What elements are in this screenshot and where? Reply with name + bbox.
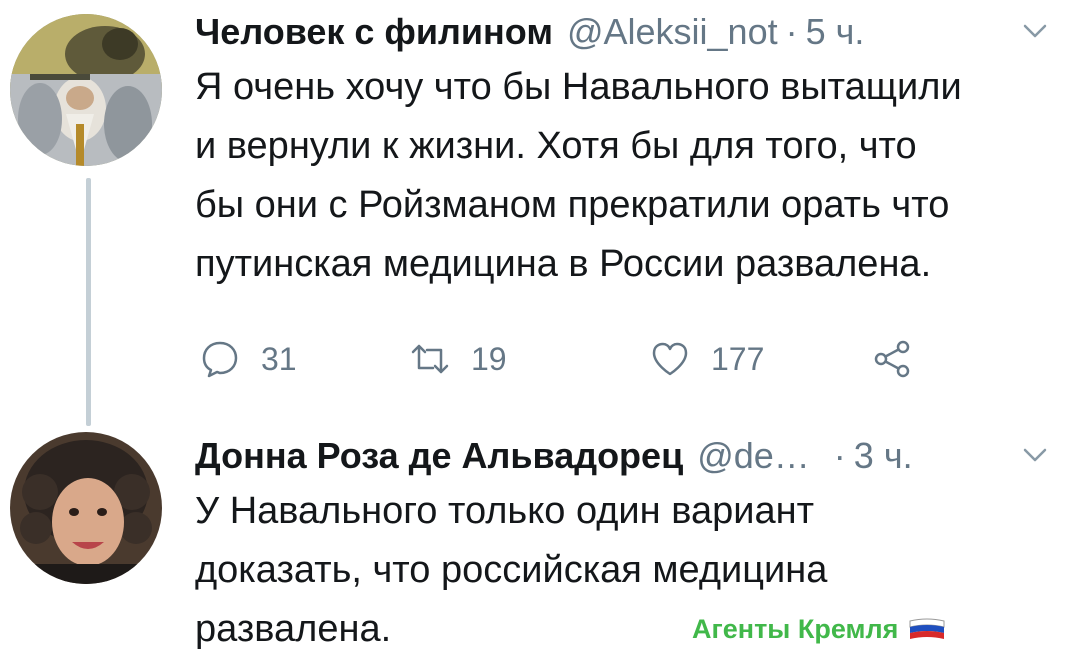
timestamp[interactable]: 3 ч. (854, 435, 913, 477)
user-handle[interactable]: @Aleksii_not (567, 11, 778, 53)
avatar[interactable] (10, 432, 162, 584)
tweet-header: Донна Роза де Альвадорец @de… · 3 ч. (195, 432, 1060, 480)
retweet-icon (411, 344, 449, 374)
reply-icon (202, 341, 238, 378)
share-button[interactable] (871, 334, 933, 384)
chevron-down-icon[interactable] (1022, 442, 1048, 468)
reply-button[interactable]: 31 (199, 334, 297, 384)
thread-connector-line (86, 178, 91, 426)
tweet[interactable]: Человек с филином @Aleksii_not · 5 ч. Я … (195, 8, 1060, 384)
share-icon (874, 340, 910, 378)
retweet-count: 19 (471, 340, 507, 377)
like-button[interactable]: 177 (649, 334, 764, 384)
tweet-header: Человек с филином @Aleksii_not · 5 ч. (195, 8, 1060, 56)
avatar[interactable] (10, 14, 162, 166)
watermark: Агенты Кремля (692, 614, 946, 645)
timestamp[interactable]: 5 ч. (806, 11, 865, 53)
reply-count: 31 (261, 340, 297, 377)
tweet-actions: 31 19 177 (195, 334, 1060, 384)
like-count: 177 (711, 340, 765, 377)
display-name[interactable]: Донна Роза де Альвадорец (195, 435, 683, 477)
russia-flag-icon (909, 618, 945, 639)
chevron-down-icon[interactable] (1022, 18, 1048, 44)
watermark-text: Агенты Кремля (692, 614, 899, 644)
display-name[interactable]: Человек с филином (195, 11, 553, 53)
tweet-text: Я очень хочу что бы Навального вытащили … (195, 66, 962, 285)
retweet-button[interactable]: 19 (409, 334, 507, 384)
like-icon (652, 342, 688, 376)
user-handle[interactable]: @de… (697, 435, 810, 477)
separator-dot: · (785, 11, 798, 52)
separator-dot: · (833, 435, 846, 476)
